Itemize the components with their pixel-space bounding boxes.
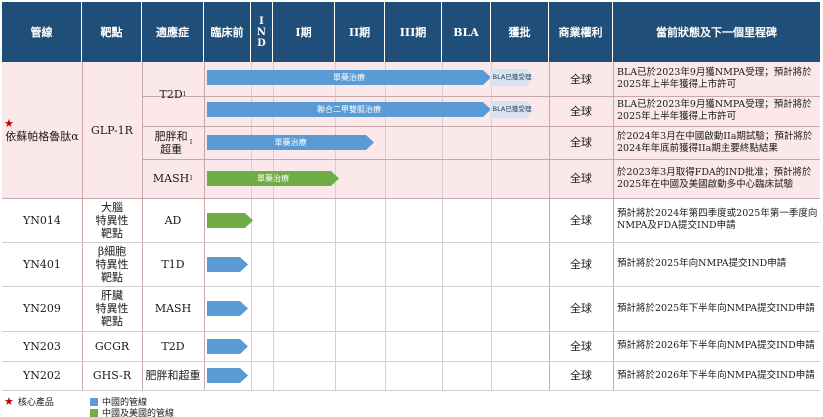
- indication-label: 肥胖和超重: [145, 369, 201, 382]
- phase-bar-r1: 單藥治療: [207, 70, 491, 85]
- rights-cell: 全球: [570, 172, 592, 185]
- legend-label: 中國及美國的管線: [102, 409, 175, 417]
- header-ind: IND: [251, 2, 273, 62]
- indication-label: T1D: [161, 257, 185, 271]
- header-phase2: II期: [335, 2, 385, 62]
- indication-cell: MASH 1: [142, 159, 204, 198]
- core-product-star-icon: ★: [4, 395, 14, 408]
- legend-core: ★ 核心產品: [4, 395, 54, 408]
- rights-cell: 全球: [570, 339, 592, 353]
- status-cell: 預計將於2025年下半年向NMPA提交IND申請: [617, 302, 815, 314]
- footnote-marker: 1: [189, 175, 194, 182]
- product-name: YN401: [23, 257, 61, 271]
- bla-accepted-tag-r1: BLA已獲受理: [490, 69, 534, 86]
- phase-bar-r4: 單藥治療: [207, 171, 339, 186]
- status-cell: 於2023年3月取得FDA的IND批准；預計將於2025年在中國及美國啟動多中心…: [617, 166, 812, 190]
- indication-label: 肥胖和超重: [154, 129, 188, 156]
- status-cell: 預計將於2026年下半年向NMPA提交IND申請: [617, 340, 815, 351]
- indication-label: MASH: [154, 302, 192, 315]
- grid-line: [2, 390, 820, 391]
- indication-cell: T2D 1: [142, 62, 204, 126]
- rights-cell: 全球: [570, 104, 592, 118]
- legend-swatch-green: [90, 408, 98, 417]
- status-cell: BLA已於2023年9月獲NMPA受理；預計將於2025年上半年獲得上市許可: [617, 99, 812, 122]
- indication-cell: 肥胖和超重 1: [142, 126, 204, 159]
- header-phase3: III期: [385, 2, 442, 62]
- phase-bar-r7: [207, 301, 248, 316]
- phase-bar-r3: 單藥治療: [207, 135, 374, 150]
- rights-cell: 全球: [570, 369, 592, 382]
- product-name: YN209: [23, 302, 61, 315]
- header-status: 當前狀態及下一個里程碑: [613, 2, 820, 62]
- legend-swatch-blue: [90, 397, 98, 406]
- legend-label: 核心產品: [17, 398, 54, 408]
- status-cell: 預計將於2025年向NMPA提交IND申請: [617, 258, 787, 269]
- core-product-star-icon: ★: [4, 117, 14, 130]
- status-cell: 於2024年3月在中國啟動IIa期試驗；預計將於2024年年底前獲得IIa期主要…: [617, 130, 813, 154]
- header-preclinical: 臨床前: [204, 2, 251, 62]
- header-pipeline: 管線: [2, 2, 82, 62]
- indication-label: T2D: [159, 87, 183, 101]
- product-target: 肝臟 特異性 靶點: [95, 289, 129, 328]
- product-target: GLP-1R: [91, 123, 133, 137]
- status-cell: BLA已於2023年9月獲NMPA受理；預計將於2025年上半年獲得上市許可: [617, 67, 812, 90]
- phase-bar-r2: 聯合二甲雙胍治療: [207, 102, 491, 117]
- phase-bar-r5: [207, 213, 253, 228]
- rights-cell: 全球: [570, 213, 592, 227]
- indication-label: MASH: [152, 172, 190, 185]
- footnote-marker: 1: [189, 139, 193, 146]
- rights-cell: 全球: [570, 136, 592, 149]
- product-target: 大腦 特異性 靶點: [95, 200, 129, 240]
- header-phase1: I期: [273, 2, 335, 62]
- rights-cell: 全球: [570, 302, 592, 315]
- header-target: 靶點: [82, 2, 142, 62]
- product-name: YN203: [23, 339, 61, 353]
- header-approved: 獲批: [491, 2, 549, 62]
- product-name: 依蘇帕格魯肽α: [5, 130, 79, 143]
- footnote-marker: 1: [182, 90, 187, 98]
- phase-bar-r8: [207, 339, 248, 354]
- grid-line: [204, 62, 205, 391]
- product-name: YN202: [23, 369, 61, 382]
- product-name: YN014: [23, 213, 61, 227]
- legend-china-us: 中國及美國的管線: [90, 406, 174, 417]
- rights-cell: 全球: [570, 257, 592, 271]
- phase-bar-r6: [207, 257, 248, 272]
- product-name-core: ★ 依蘇帕格魯肽α: [2, 62, 82, 198]
- status-cell: 預計將於2026年下半年向NMPA提交IND申請: [617, 369, 815, 381]
- header-indication: 適應症: [142, 2, 204, 62]
- rights-cell: 全球: [570, 72, 592, 86]
- pipeline-table: 管線 靶點 適應症 臨床前 IND I期 II期 III期 BLA 獲批 商業權…: [2, 2, 820, 391]
- header-rights: 商業權利: [549, 2, 613, 62]
- product-target: β細胞 特異性 靶點: [95, 244, 129, 284]
- bla-accepted-tag-r2: BLA已獲受理: [490, 101, 534, 118]
- indication-label: T2D: [161, 339, 185, 353]
- indication-label: AD: [164, 213, 182, 227]
- phase-bar-r9: [207, 368, 248, 383]
- header-bla: BLA: [442, 2, 491, 62]
- product-target: GHS-R: [92, 369, 132, 382]
- status-cell: 預計將於2024年第四季度或2025年第一季度向NMPA及FDA提交IND申請: [617, 208, 818, 231]
- product-target: GCGR: [94, 339, 130, 353]
